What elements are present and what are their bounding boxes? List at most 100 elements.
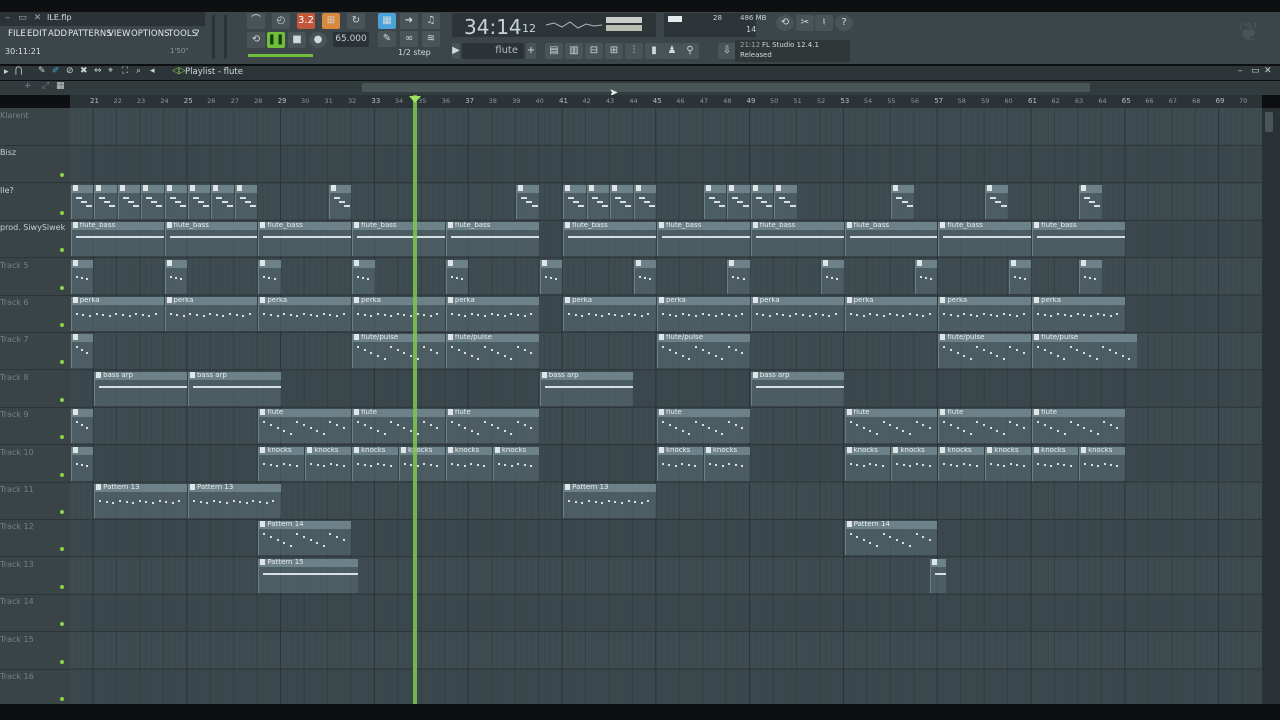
pattern-clip[interactable] [750, 184, 774, 219]
slip-tool-icon[interactable]: ⇔ [94, 66, 102, 76]
menu-view[interactable]: VIEW [108, 27, 131, 41]
pattern-clip[interactable]: Pattern 15 [258, 558, 359, 593]
pattern-clip[interactable] [141, 184, 164, 219]
pattern-clip[interactable]: knocks [703, 446, 750, 481]
add-track-icon[interactable]: + [24, 81, 32, 91]
pattern-clip[interactable] [117, 184, 141, 219]
pause-button[interactable]: ❚❚ [267, 32, 285, 48]
track-mute-led[interactable] [60, 547, 64, 552]
track-mute-led[interactable] [60, 510, 64, 514]
track-mute-led[interactable] [60, 173, 64, 178]
master-pitch-slider[interactable] [224, 15, 227, 59]
track-mute-led[interactable] [60, 323, 64, 327]
pattern-clip[interactable] [258, 259, 281, 294]
pattern-clip[interactable] [70, 409, 94, 444]
track-mute-led[interactable] [60, 584, 64, 589]
pattern-clip[interactable] [328, 184, 352, 219]
pattern-clip[interactable]: flute [258, 409, 352, 444]
pattern-clip[interactable]: knocks [492, 446, 539, 481]
select-tool-icon[interactable]: ⛶ [122, 66, 128, 76]
pattern-clip[interactable]: perka [656, 297, 750, 331]
pattern-clip[interactable]: knocks [656, 446, 703, 481]
blend-notes-icon[interactable]: ⊞ [322, 13, 340, 29]
pattern-clip[interactable]: perka [1032, 297, 1125, 331]
track-header[interactable]: Track 8 [0, 370, 70, 408]
track-header[interactable]: Track 15 [0, 632, 70, 670]
zoom-icon[interactable]: ⤢ [42, 81, 49, 91]
pattern-clip[interactable]: knocks [1032, 446, 1079, 481]
slice-tool-icon[interactable]: ⌖ [108, 66, 113, 76]
pattern-clip[interactable]: bass arp [750, 371, 844, 406]
pattern-clip[interactable]: bass arp [187, 371, 281, 406]
pattern-clip[interactable] [164, 184, 187, 219]
pattern-clip[interactable] [70, 259, 94, 294]
playlist-menu-icon[interactable]: ▸ [4, 67, 9, 77]
pattern-clip[interactable]: bass arp [539, 371, 633, 406]
pattern-clip[interactable] [703, 184, 727, 219]
pattern-clip[interactable] [1079, 259, 1102, 294]
pattern-clip[interactable] [914, 259, 938, 294]
track-mute-led[interactable] [60, 248, 64, 253]
close-icon[interactable]: ✕ [33, 14, 42, 23]
track-header[interactable]: Klarent [0, 108, 70, 146]
pattern-selector[interactable]: flute [462, 43, 524, 59]
pattern-clip[interactable] [445, 259, 469, 294]
pattern-clip[interactable]: perka [844, 297, 938, 331]
pattern-clip[interactable]: flute [938, 409, 1032, 444]
piano-roll-icon[interactable]: ▥ [565, 43, 583, 59]
pattern-clip[interactable]: flute_bass [258, 222, 352, 257]
menu-patterns[interactable]: PATTERNS [68, 27, 112, 41]
pattern-clip[interactable] [930, 558, 946, 593]
tempo-display[interactable]: 65.000 [333, 32, 369, 47]
channel-rack-icon[interactable]: ⊟ [585, 43, 603, 59]
pattern-clip[interactable]: flute [844, 409, 938, 444]
track-header[interactable]: Bisz [0, 145, 70, 184]
news-panel[interactable]: 21:12 FL Studio 12.4.1 Released [735, 40, 850, 62]
pattern-clip[interactable]: flute_bass [844, 222, 938, 257]
pattern-clip[interactable] [187, 184, 211, 219]
undo-icon[interactable]: ⟲ [776, 15, 794, 31]
pattern-clip[interactable] [1079, 184, 1102, 219]
stop-button[interactable]: ■ [288, 32, 306, 48]
mute-tool-icon[interactable]: ✖ [80, 66, 88, 76]
pattern-clip[interactable]: perka [750, 297, 844, 331]
song-mode-icon[interactable]: ⟲ [247, 32, 265, 48]
snap-icon[interactable]: ✎ [378, 31, 396, 47]
pattern-clip[interactable]: flute_bass [563, 222, 656, 257]
track-mute-led[interactable] [60, 697, 64, 701]
pattern-clip[interactable]: knocks [891, 446, 938, 481]
pattern-clip[interactable]: perka [70, 297, 164, 331]
time-display[interactable]: 34:14 12 [452, 13, 544, 39]
track-mute-led[interactable] [60, 435, 64, 440]
pattern-clip[interactable] [586, 184, 610, 219]
pattern-clip[interactable] [211, 184, 234, 219]
menu-edit[interactable]: EDIT [27, 27, 47, 41]
playlist-icon[interactable]: ▤ [545, 43, 563, 59]
track-header[interactable]: Track 14 [0, 594, 70, 633]
pattern-clip[interactable] [563, 184, 586, 219]
pattern-clip[interactable]: flute_bass [445, 222, 539, 257]
playback-tool-icon[interactable]: ◂ [150, 66, 155, 76]
pattern-clip[interactable]: perka [352, 297, 445, 331]
pattern-clip[interactable] [352, 259, 375, 294]
pattern-clip[interactable]: flute/pulse [656, 334, 750, 369]
pattern-clip[interactable] [610, 184, 633, 219]
help-icon[interactable]: ? [835, 15, 853, 31]
pattern-clip[interactable]: flute_bass [1032, 222, 1125, 257]
pattern-clip[interactable] [539, 259, 563, 294]
playlist-maximize-icon[interactable]: ▭ [1251, 66, 1260, 76]
menu-options[interactable]: OPTIONS [131, 27, 170, 41]
pattern-clip[interactable]: Pattern 13 [187, 484, 281, 518]
step-edit-icon[interactable]: ➜ [400, 13, 418, 29]
pattern-clip[interactable]: knocks [399, 446, 445, 481]
record-button[interactable]: ● [309, 32, 327, 48]
pattern-clip[interactable] [94, 184, 117, 219]
pattern-clip[interactable] [234, 184, 258, 219]
cut-icon[interactable]: ✂ [796, 15, 814, 31]
playlist-minimize-icon[interactable]: – [1238, 66, 1243, 76]
zoom-tool-icon[interactable]: ⌕ [136, 66, 141, 76]
track-header[interactable]: Track 7 [0, 332, 70, 371]
pattern-clip[interactable]: knocks [938, 446, 985, 481]
piano-keys-icon[interactable]: ▦ [56, 81, 65, 91]
track-header[interactable]: prod. SiwySiwek [0, 220, 70, 259]
